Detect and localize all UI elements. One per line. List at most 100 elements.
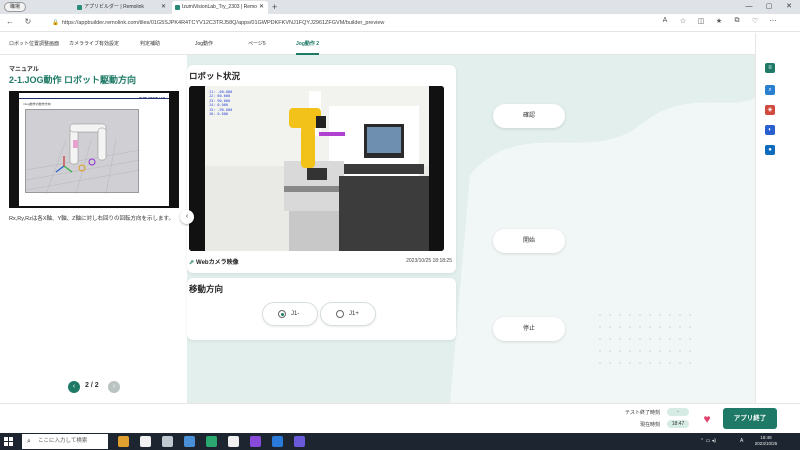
taskbar-search-input[interactable]: ⌕ ここに入力して検索 — [22, 434, 108, 449]
start-button[interactable]: 開始 — [493, 229, 565, 253]
refresh-icon[interactable]: ↻ — [22, 17, 34, 26]
manual-title: 2-1.JOG動作 ロボット駆動方向 — [9, 75, 137, 85]
vscode-icon[interactable] — [272, 436, 283, 447]
browser-tab-bar: 職場 アプリビルダー | Remolink ✕ IzumiVisionLab_T… — [0, 0, 800, 14]
tab-favicon-icon — [175, 5, 180, 10]
shopping-icon[interactable]: ◈ — [765, 105, 775, 115]
browser-sidebar: ≡ ⌕ ◈ ◐ ● — [755, 33, 800, 403]
page-indicator: 2 / 2 — [85, 382, 99, 389]
page-total: 2 — [94, 382, 99, 389]
external-link-icon[interactable]: ⇗ — [189, 260, 194, 266]
tab-page5[interactable]: ページ5 — [248, 33, 266, 55]
search-icon: ⌕ — [27, 438, 31, 445]
address-bar: ← ↻ 🔒 https://appbuilder.remolink.com/til… — [0, 14, 800, 32]
page-current: 2 — [85, 382, 89, 389]
close-tab-icon[interactable]: ✕ — [161, 1, 166, 14]
slide-brand: IZUMI VISION LAB — [138, 96, 165, 100]
webcam-label: ⇗ Webカメラ映像 — [189, 257, 239, 266]
movement-title: 移動方向 — [189, 284, 224, 294]
confirm-button[interactable]: 確認 — [493, 104, 565, 128]
robot-status-title: ロボット状況 — [189, 71, 241, 81]
taskbar-search-placeholder: ここに入力して検索 — [38, 438, 88, 444]
browser-tab-active[interactable]: IzumiVisionLab_Try_2303 | Remo ✕ — [172, 1, 268, 14]
webcam-label-text: Webカメラ映像 — [196, 260, 239, 266]
slide-subtitle: □Jog動作の動作方向 — [23, 102, 51, 106]
current-time-value: 18:47 — [667, 420, 689, 428]
manual-panel: マニュアル 2-1.JOG動作 ロボット駆動方向 IZUMI VISION LA… — [0, 55, 187, 403]
robot-arm-diagram-icon — [25, 123, 141, 195]
radio-label: J1+ — [349, 311, 359, 317]
windows-start-icon[interactable] — [4, 437, 13, 446]
joint-overlay: J1: -60.000 J2: 60.000 J3: 90.000 J4: 0.… — [209, 90, 232, 116]
manual-description: Rx,Ry,Rzは各X軸、Y軸、Z軸に対し右回りの回転方向を示します。 — [9, 216, 174, 222]
heart-icon[interactable]: ♥ — [699, 412, 715, 426]
app-icon[interactable] — [162, 436, 173, 447]
movement-direction-card: 移動方向 J1- J1+ — [187, 278, 456, 340]
collections-icon[interactable]: ⧉ — [732, 17, 742, 25]
split-screen-icon[interactable]: ◫ — [696, 17, 706, 25]
tools-icon[interactable]: ◐ — [765, 125, 775, 135]
lock-icon: 🔒 — [52, 20, 59, 26]
clock-date: 2023/10/25 — [754, 441, 778, 446]
tab-robot-position[interactable]: ロボット位置調整画面 — [9, 33, 59, 55]
app-nav: ロボット位置調整画面 カメラライブ有効設定 判定補助 Jog動作 ページ5 Jo… — [0, 33, 755, 55]
robot-status-card: ロボット状況 J1: -60.000 J2: 60.000 J3: 90.000… — [180, 65, 456, 273]
radio-j1-plus[interactable]: J1+ — [320, 302, 376, 326]
radio-selected-icon — [278, 310, 286, 318]
taskbar: ⌕ ここに入力して検索 ⌃ ▭ ◂) A 18:48 2023/10/25 — [0, 433, 800, 450]
tab-jog-2[interactable]: Jog動作 2 — [296, 33, 320, 55]
tab-camera-live[interactable]: カメラライブ有効設定 — [69, 33, 119, 55]
new-tab-icon[interactable]: + — [272, 1, 277, 13]
app-icon[interactable] — [294, 436, 305, 447]
radio-unselected-icon — [336, 310, 344, 318]
webcam-view: J1: -60.000 J2: 60.000 J3: 90.000 J4: 0.… — [189, 86, 444, 251]
manual-slide: IZUMI VISION LAB □Jog動作の動作方向 — [9, 91, 179, 208]
current-time-label: 現在時刻 — [639, 422, 660, 428]
browser-tab-label: IzumiVisionLab_Try_2303 | Remo — [182, 4, 257, 10]
app-footer: テスト終了時刻 - 現在時刻 18:47 ♥ アプリ終了 — [0, 403, 800, 433]
tab-favicon-icon — [77, 5, 82, 10]
slide-page: IZUMI VISION LAB □Jog動作の動作方向 — [19, 93, 169, 206]
app-icon[interactable] — [228, 436, 239, 447]
radio-label: J1- — [291, 311, 300, 317]
prev-page-button[interactable]: ‹ — [68, 381, 80, 393]
input-language[interactable]: A — [740, 433, 743, 450]
minimize-icon[interactable]: — — [740, 0, 758, 14]
maximize-icon[interactable]: ▢ — [760, 0, 778, 14]
browser-tab[interactable]: アプリビルダー | Remolink ✕ — [74, 1, 170, 14]
webcam-timestamp: 2023/10/25 18:18:25 — [406, 258, 452, 264]
tab-judgement[interactable]: 判定補助 — [140, 33, 160, 55]
edge-browser-icon[interactable] — [206, 436, 217, 447]
browser-tab-label: アプリビルダー | Remolink — [84, 4, 144, 10]
favorites-icon[interactable]: ★ — [714, 17, 724, 25]
joint-line: J6: 0.000 — [209, 112, 228, 117]
tray-icons[interactable]: ⌃ ▭ ◂) — [700, 433, 716, 450]
app-end-button[interactable]: アプリ終了 — [723, 408, 777, 429]
stop-button[interactable]: 停止 — [493, 317, 565, 341]
outlook-icon[interactable]: ● — [765, 145, 775, 155]
robot-diagram — [25, 109, 141, 195]
profile-button[interactable]: 職場 — [4, 2, 27, 12]
taskbar-clock[interactable]: 18:48 2023/10/25 — [748, 435, 784, 447]
extensions-icon[interactable]: ♡ — [750, 17, 760, 25]
next-page-button[interactable]: › — [108, 381, 120, 393]
app-icon[interactable] — [140, 436, 151, 447]
manual-label: マニュアル — [9, 67, 39, 73]
url-text: https://appbuilder.remolink.com/tiles/01… — [61, 20, 385, 26]
visual-studio-icon[interactable] — [250, 436, 261, 447]
close-tab-icon[interactable]: ✕ — [259, 1, 264, 14]
favorite-star-icon[interactable]: ☆ — [678, 17, 688, 25]
window-close-icon[interactable]: ✕ — [780, 0, 798, 14]
search-icon[interactable]: ⌕ — [765, 85, 775, 95]
collapse-panel-button[interactable]: ‹ — [180, 210, 194, 224]
read-aloud-icon[interactable]: A — [660, 17, 670, 24]
back-icon[interactable]: ← — [4, 17, 16, 26]
test-end-label: テスト終了時刻 — [624, 410, 660, 416]
radio-j1-minus[interactable]: J1- — [262, 302, 318, 326]
tab-jog[interactable]: Jog動作 — [195, 33, 213, 55]
notes-icon[interactable]: ≡ — [765, 63, 775, 73]
url-field[interactable]: 🔒 https://appbuilder.remolink.com/tiles/0… — [52, 17, 652, 29]
more-menu-icon[interactable]: ⋯ — [768, 17, 778, 25]
file-explorer-icon[interactable] — [118, 436, 129, 447]
app-icon[interactable] — [184, 436, 195, 447]
